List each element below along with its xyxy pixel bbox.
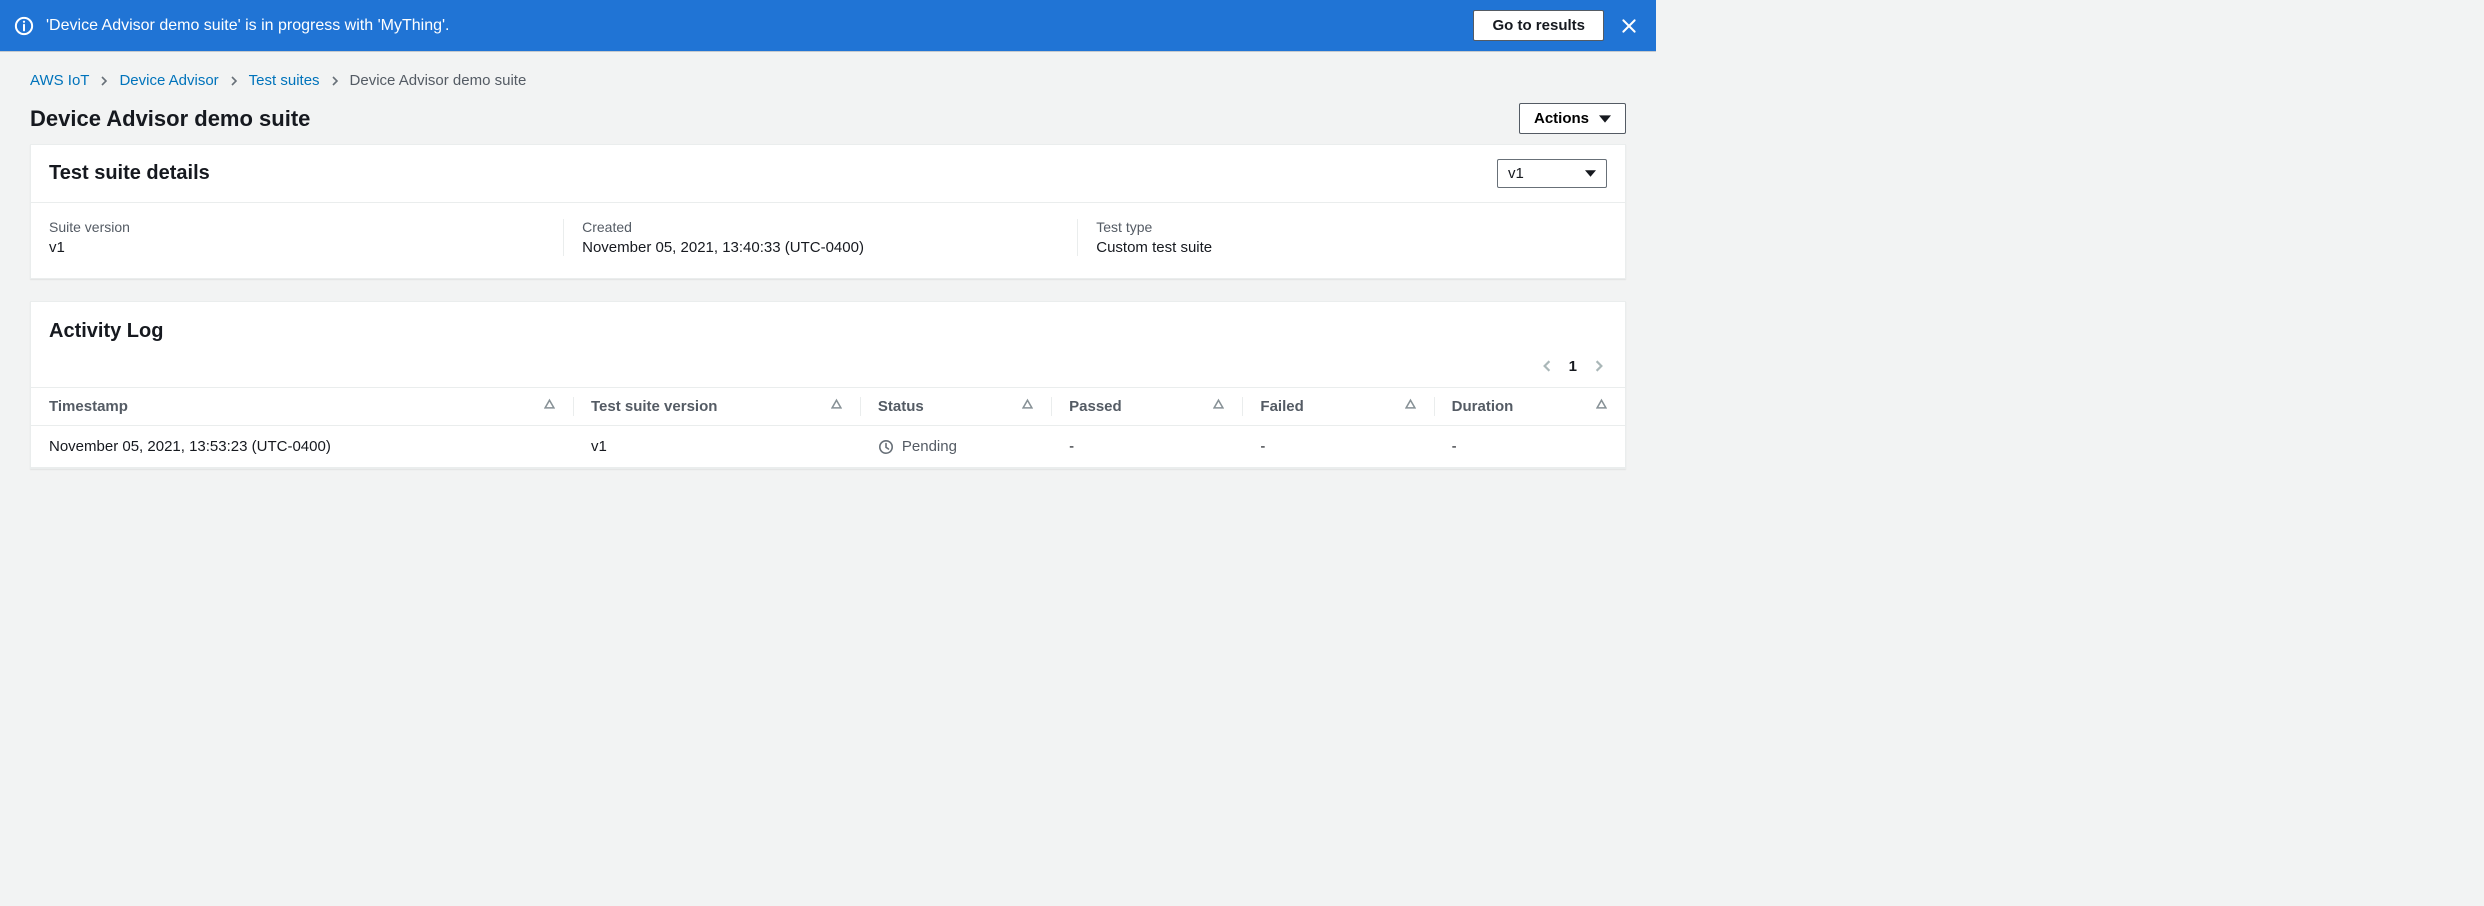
caret-down-icon bbox=[1599, 113, 1611, 125]
details-title: Test suite details bbox=[49, 162, 210, 185]
activity-log-title: Activity Log bbox=[49, 320, 163, 343]
chevron-right-icon bbox=[229, 76, 239, 86]
col-timestamp[interactable]: Timestamp bbox=[31, 388, 573, 426]
next-page-button[interactable] bbox=[1591, 357, 1607, 375]
cell-failed: - bbox=[1242, 426, 1433, 468]
activity-log-table: Timestamp Test suite version Status Pass… bbox=[31, 387, 1625, 468]
sort-icon bbox=[1596, 398, 1607, 409]
field-test-type: Test type Custom test suite bbox=[1077, 219, 1591, 256]
breadcrumb-current: Device Advisor demo suite bbox=[350, 72, 527, 89]
field-suite-version: Suite version v1 bbox=[49, 219, 563, 256]
sort-icon bbox=[1405, 398, 1416, 409]
field-value: Custom test suite bbox=[1096, 239, 1591, 256]
breadcrumb-aws-iot[interactable]: AWS IoT bbox=[30, 72, 89, 89]
col-status[interactable]: Status bbox=[860, 388, 1051, 426]
go-to-results-button[interactable]: Go to results bbox=[1473, 10, 1604, 41]
field-label: Test type bbox=[1096, 219, 1591, 235]
field-label: Created bbox=[582, 219, 1077, 235]
chevron-right-icon bbox=[99, 76, 109, 86]
table-row[interactable]: November 05, 2021, 13:53:23 (UTC-0400) v… bbox=[31, 426, 1625, 468]
field-value: November 05, 2021, 13:40:33 (UTC-0400) bbox=[582, 239, 1077, 256]
cell-version: v1 bbox=[573, 426, 860, 468]
pending-icon bbox=[878, 439, 894, 455]
chevron-right-icon bbox=[330, 76, 340, 86]
breadcrumb-test-suites[interactable]: Test suites bbox=[249, 72, 320, 89]
col-version[interactable]: Test suite version bbox=[573, 388, 860, 426]
breadcrumb: AWS IoT Device Advisor Test suites Devic… bbox=[30, 72, 1626, 89]
col-failed[interactable]: Failed bbox=[1242, 388, 1433, 426]
field-label: Suite version bbox=[49, 219, 563, 235]
info-banner: 'Device Advisor demo suite' is in progre… bbox=[0, 0, 1656, 52]
prev-page-button[interactable] bbox=[1539, 357, 1555, 375]
cell-duration: - bbox=[1434, 426, 1625, 468]
close-icon[interactable] bbox=[1616, 13, 1642, 39]
field-value: v1 bbox=[49, 239, 563, 256]
activity-log-panel: Activity Log 1 Timestamp Test suite vers… bbox=[30, 301, 1626, 469]
actions-label: Actions bbox=[1534, 110, 1589, 127]
page-number: 1 bbox=[1569, 358, 1577, 375]
cell-timestamp: November 05, 2021, 13:53:23 (UTC-0400) bbox=[31, 426, 573, 468]
col-passed[interactable]: Passed bbox=[1051, 388, 1242, 426]
breadcrumb-device-advisor[interactable]: Device Advisor bbox=[119, 72, 218, 89]
page-title: Device Advisor demo suite bbox=[30, 106, 310, 132]
actions-button[interactable]: Actions bbox=[1519, 103, 1626, 134]
info-icon bbox=[14, 16, 34, 36]
sort-icon bbox=[831, 398, 842, 409]
version-select-value: v1 bbox=[1508, 165, 1524, 182]
caret-down-icon bbox=[1585, 170, 1596, 177]
cell-status: Pending bbox=[860, 426, 1051, 468]
version-select[interactable]: v1 bbox=[1497, 159, 1607, 188]
sort-icon bbox=[544, 398, 555, 409]
sort-icon bbox=[1022, 398, 1033, 409]
field-created: Created November 05, 2021, 13:40:33 (UTC… bbox=[563, 219, 1077, 256]
test-suite-details-panel: Test suite details v1 Suite version v1 C… bbox=[30, 144, 1626, 279]
status-text: Pending bbox=[902, 438, 957, 455]
cell-passed: - bbox=[1051, 426, 1242, 468]
pagination: 1 bbox=[31, 353, 1625, 387]
col-duration[interactable]: Duration bbox=[1434, 388, 1625, 426]
banner-message: 'Device Advisor demo suite' is in progre… bbox=[46, 17, 1461, 35]
sort-icon bbox=[1213, 398, 1224, 409]
